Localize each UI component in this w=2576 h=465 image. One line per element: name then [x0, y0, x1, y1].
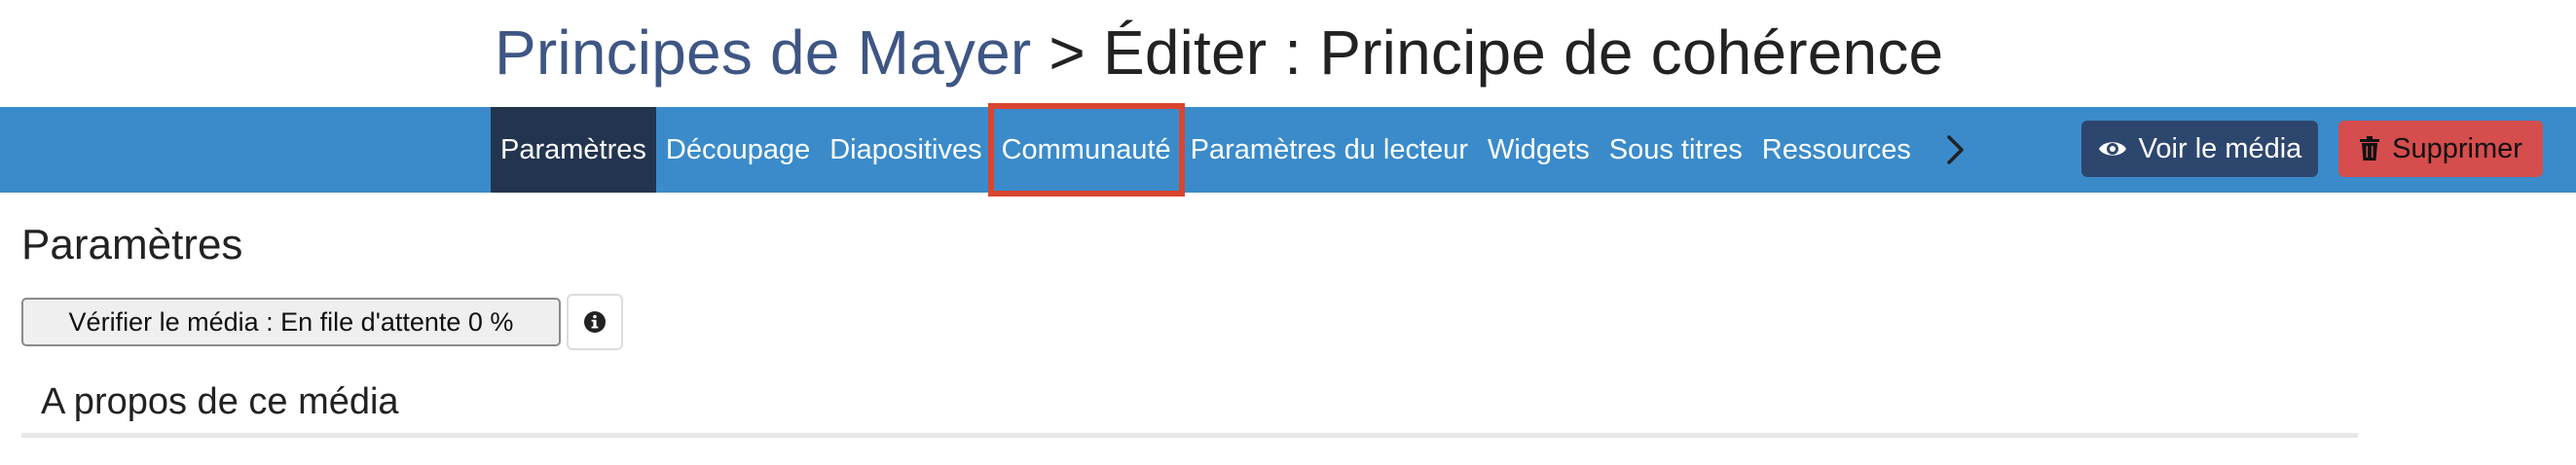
edit-navbar: Paramètres Découpage Diapositives Commun…: [0, 103, 2576, 197]
view-media-label: Voir le média: [2138, 132, 2302, 164]
tab-list: Paramètres Découpage Diapositives Commun…: [491, 103, 1985, 197]
tab-parametres[interactable]: Paramètres: [491, 107, 656, 193]
trash-icon: [2360, 136, 2380, 161]
chevron-right-icon: [1947, 135, 1964, 164]
title-bar: Principes de Mayer > Éditer : Principe d…: [0, 0, 2576, 107]
tab-communaute[interactable]: Communauté: [987, 103, 1185, 197]
tabs-scroll-right-button[interactable]: [1927, 107, 1985, 193]
delete-label: Supprimer: [2392, 132, 2522, 164]
info-button[interactable]: [567, 294, 623, 350]
breadcrumb-parent-link[interactable]: Principes de Mayer: [495, 18, 1031, 88]
page-title: Principes de Mayer > Éditer : Principe d…: [495, 14, 1943, 91]
verify-row: Vérifier le média : En file d'attente 0 …: [21, 294, 623, 350]
section-title: Paramètres: [21, 221, 243, 268]
tab-widgets[interactable]: Widgets: [1478, 107, 1600, 193]
eye-icon: [2098, 142, 2126, 156]
section-divider: [21, 433, 2358, 438]
verify-media-button[interactable]: Vérifier le média : En file d'attente 0 …: [21, 298, 561, 346]
tab-decoupage[interactable]: Découpage: [656, 107, 820, 193]
tab-ressources[interactable]: Ressources: [1752, 107, 1921, 193]
tab-parametres-du-lecteur[interactable]: Paramètres du lecteur: [1181, 107, 1478, 193]
view-media-button[interactable]: Voir le média: [2081, 121, 2318, 177]
breadcrumb-separator: >: [1031, 18, 1103, 88]
tab-diapositives[interactable]: Diapositives: [820, 107, 991, 193]
tab-sous-titres[interactable]: Sous titres: [1600, 107, 1752, 193]
info-circle-icon: [584, 311, 606, 333]
breadcrumb-current: Éditer : Principe de cohérence: [1102, 18, 1944, 88]
delete-button[interactable]: Supprimer: [2338, 121, 2543, 177]
about-section-title: A propos de ce média: [41, 381, 399, 422]
